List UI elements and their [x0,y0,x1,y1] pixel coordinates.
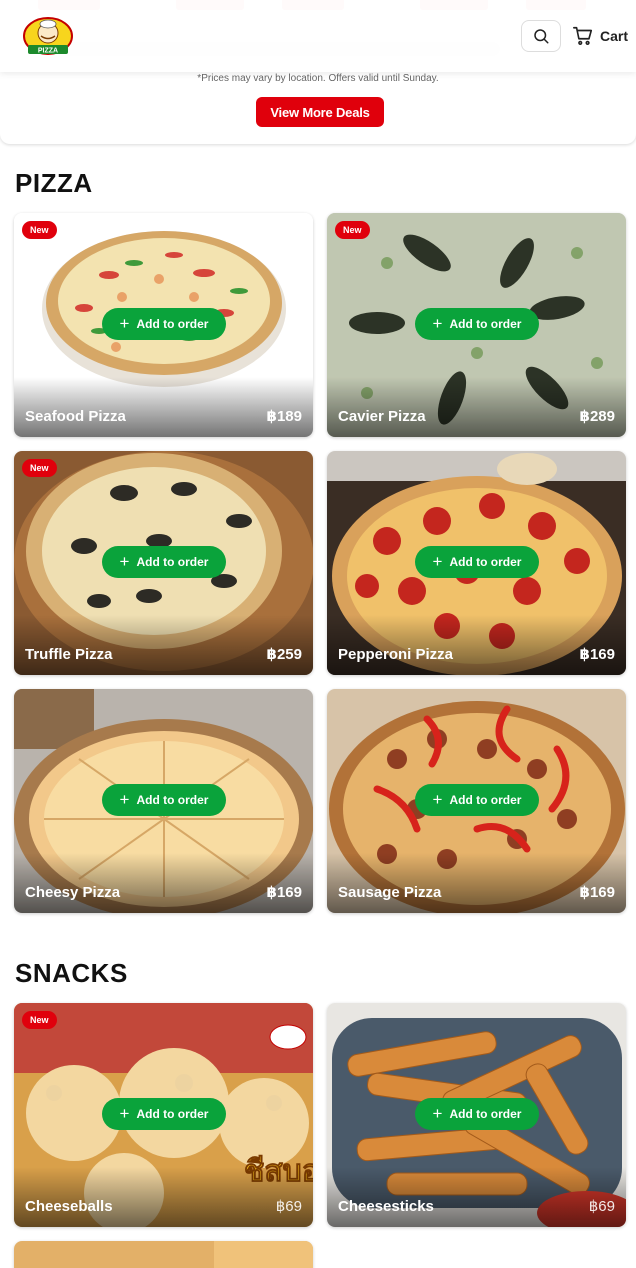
product-name: Truffle Pizza [25,646,113,663]
add-to-order-button[interactable]: + Add to order [102,308,226,340]
plus-icon: + [119,789,130,809]
add-to-order-button[interactable]: + Add to order [102,1098,226,1130]
product-name: Cheesesticks [338,1198,434,1215]
product-price: ฿259 [266,646,302,663]
new-badge: New [22,1011,57,1029]
product-card-truffle-pizza[interactable]: New + Add to order Truffle Pizza ฿259 [14,451,313,675]
add-to-order-button[interactable]: + Add to order [415,1098,539,1130]
plus-icon: + [119,313,130,333]
product-price: ฿189 [266,408,302,425]
svg-text:PIZZA: PIZZA [38,48,58,55]
new-badge: New [22,459,57,477]
product-name: Sausage Pizza [338,884,442,901]
top-header: PIZZA Cart [0,0,636,72]
partial-product-image [14,1241,313,1268]
search-icon [534,29,549,44]
section-title-snacks: SNACKS [15,958,128,988]
new-badge: New [22,221,57,239]
product-price: ฿169 [266,884,302,901]
product-price: ฿69 [275,1198,302,1215]
product-card-cheeseballs[interactable]: ชีสบอล ทอง New +Add to order Cheeseballs… [14,1003,313,1227]
add-to-order-button[interactable]: + Add to order [415,546,539,578]
cart-button[interactable]: Cart [572,24,628,48]
product-card-cheesy-pizza[interactable]: + Add to order Cheesy Pizza ฿169 [14,689,313,913]
deals-disclaimer: *Prices may vary by location. Offers val… [197,73,439,84]
cart-icon [573,26,593,45]
product-price: ฿169 [579,884,615,901]
product-card-sausage-pizza[interactable]: + Add to order Sausage Pizza ฿169 [327,689,626,913]
product-price: ฿289 [579,408,615,425]
plus-icon: + [432,1103,443,1123]
product-card-cavier-pizza[interactable]: New + Add to order Cavier Pizza ฿289 [327,213,626,437]
product-card-pepperoni-pizza[interactable]: + Add to order Pepperoni Pizza ฿169 [327,451,626,675]
add-to-order-button[interactable]: + Add to order [102,784,226,816]
plus-icon: + [432,551,443,571]
product-card-partial[interactable] [14,1241,313,1268]
section-title-pizza: PIZZA [15,168,93,198]
brand-logo[interactable]: PIZZA [22,14,74,58]
plus-icon: + [119,1103,130,1123]
product-card-cheesesticks[interactable]: + Add to order Cheesesticks ฿69 [327,1003,626,1227]
product-card-seafood-pizza[interactable]: New + Add to order Seafood Pizza ฿189 [14,213,313,437]
product-name: Cheesy Pizza [25,884,121,901]
plus-icon: + [432,313,443,333]
plus-icon: + [119,551,130,571]
deals-panel: *Prices may vary by location. Offers val… [0,60,636,144]
plus-icon: + [432,789,443,809]
product-name: Cavier Pizza [338,408,426,425]
product-name: Pepperoni Pizza [338,646,454,663]
view-more-deals-button[interactable]: View More Deals [256,97,384,127]
search-button[interactable] [521,20,561,52]
add-to-order-button[interactable]: + Add to order [415,308,539,340]
product-price: ฿169 [579,646,615,663]
product-name: Seafood Pizza [25,408,126,425]
product-name: Cheeseballs [25,1198,113,1215]
add-to-order-button[interactable]: + Add to order [102,546,226,578]
add-to-order-button[interactable]: + Add to order [415,784,539,816]
cart-label: Cart [600,28,629,44]
new-badge: New [335,221,370,239]
product-price: ฿69 [588,1198,615,1215]
